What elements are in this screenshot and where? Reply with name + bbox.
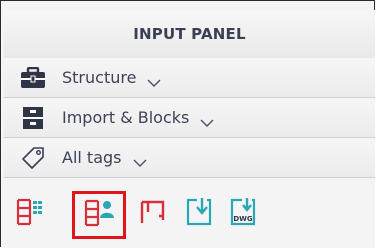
section-structure[interactable]: Structure [4,58,375,98]
floor-plan-grid-button[interactable] [13,197,47,231]
floor-plan-user-icon [83,198,115,232]
import-page-button[interactable] [182,197,216,231]
chevron-down-icon [133,153,147,167]
tag-icon [17,146,49,170]
floor-plan-corner-button[interactable] [136,197,170,231]
toolbox-icon [17,66,49,90]
section-all-tags[interactable]: All tags [4,138,375,178]
cabinet-icon [17,106,49,130]
section-label: Structure [62,68,137,87]
section-import-blocks[interactable]: Import & Blocks [4,98,375,138]
chevron-down-icon [147,73,161,87]
section-label: All tags [62,148,122,167]
floor-plan-user-button[interactable] [72,191,126,239]
toolbar: DWG [4,178,375,248]
svg-text:DWG: DWG [233,215,253,223]
import-dwg-button[interactable]: DWG [226,197,260,231]
floor-plan-corner-icon [139,198,167,230]
input-panel: INPUT PANEL Structure Import & Blocks Al… [0,0,375,248]
chevron-down-icon [200,113,214,127]
import-page-icon [185,197,213,231]
floor-plan-grid-icon [15,197,45,231]
section-label: Import & Blocks [62,108,190,127]
panel-title: INPUT PANEL [4,10,375,59]
import-dwg-icon: DWG [228,197,258,231]
